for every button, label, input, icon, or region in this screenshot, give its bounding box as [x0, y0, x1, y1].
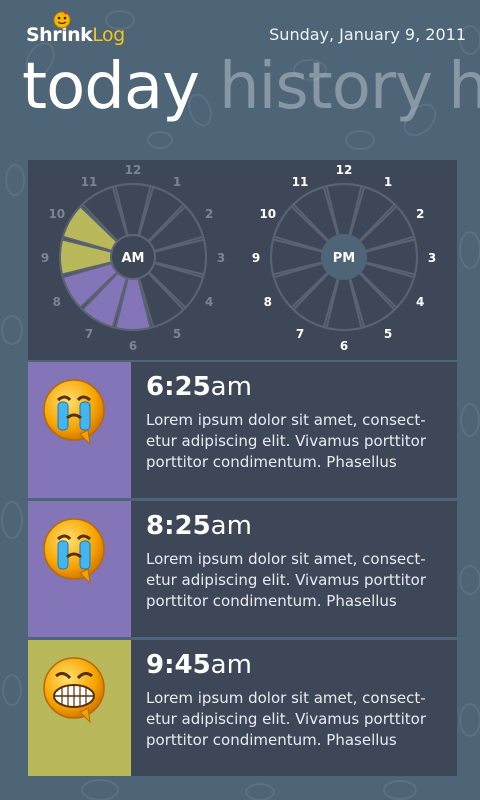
am-clock-label: AM	[122, 251, 145, 266]
pivot-tab-history-peek[interactable]: h	[448, 50, 480, 124]
pivot-header: today history h	[22, 50, 480, 124]
am-hour-label: 2	[205, 207, 213, 221]
am-hour-label: 10	[48, 207, 65, 221]
entry-time-value: 6:25	[146, 372, 211, 402]
am-hour-label: 1	[173, 175, 181, 189]
entry-time-ampm: am	[210, 372, 252, 402]
pm-hour-label: 12	[336, 163, 353, 177]
entry-time-ampm: am	[210, 511, 252, 541]
log-entry[interactable]: 9:45am Lorem ipsum dolor sit amet, conse…	[28, 640, 457, 776]
entry-description: Lorem ipsum dolor sit amet, consect-etur…	[146, 550, 427, 610]
pm-hour-label: 9	[252, 251, 260, 265]
am-hour-label: 6	[129, 339, 137, 353]
pm-hour-label: 11	[292, 175, 309, 189]
am-hour-label: 4	[205, 295, 213, 309]
logo-text-secondary: Log	[92, 24, 125, 46]
log-entries-list: 6:25am Lorem ipsum dolor sit amet, conse…	[28, 362, 457, 779]
entry-time-value: 8:25	[146, 511, 211, 541]
am-hour-label: 12	[125, 163, 142, 177]
pm-hour-label: 1	[384, 175, 392, 189]
entry-description: Lorem ipsum dolor sit amet, consect-etur…	[146, 689, 427, 749]
pivot-tab-history[interactable]: history	[219, 50, 433, 124]
pm-hour-label: 10	[259, 207, 276, 221]
log-entry[interactable]: 8:25am Lorem ipsum dolor sit amet, conse…	[28, 501, 457, 637]
am-hour-label: 9	[41, 251, 49, 265]
pm-hour-label: 6	[340, 339, 348, 353]
pm-clock-label: PM	[333, 251, 355, 266]
crying-face-icon	[43, 379, 105, 446]
pm-hour-label: 4	[416, 295, 424, 309]
entry-time-ampm: am	[210, 650, 252, 680]
pm-hour-label: 2	[416, 207, 424, 221]
app-logo: ShrinkLog	[26, 24, 125, 46]
entry-time: 9:45am	[146, 650, 252, 680]
grinning-face-icon	[43, 657, 105, 724]
log-entry[interactable]: 6:25am Lorem ipsum dolor sit amet, conse…	[28, 362, 457, 498]
entry-time-value: 9:45	[146, 650, 211, 680]
logo-face-icon	[53, 11, 71, 29]
pivot-tab-today[interactable]: today	[22, 50, 200, 124]
entry-description: Lorem ipsum dolor sit amet, consect-etur…	[146, 411, 427, 471]
pm-hour-label: 5	[384, 327, 392, 341]
am-hour-label: 7	[85, 327, 93, 341]
entry-time: 8:25am	[146, 511, 252, 541]
crying-face-icon	[43, 518, 105, 585]
am-hour-label: 3	[217, 251, 225, 265]
hour-clocks: 121234567891011AM121234567891011PM	[41, 163, 436, 353]
pm-hour-label: 7	[296, 327, 304, 341]
current-date: Sunday, January 9, 2011	[269, 25, 466, 44]
am-hour-label: 5	[173, 327, 181, 341]
pm-hour-label: 3	[428, 251, 436, 265]
am-hour-label: 11	[81, 175, 98, 189]
pm-hour-label: 8	[264, 295, 272, 309]
hour-clocks-panel: 12 1 2 3 4 5 6 7 8 9 10 11 AM 12 1 2 3 4 5 6 7 8 9 10 11 PM	[28, 160, 457, 360]
am-hour-label: 8	[53, 295, 61, 309]
entry-time: 6:25am	[146, 372, 252, 402]
